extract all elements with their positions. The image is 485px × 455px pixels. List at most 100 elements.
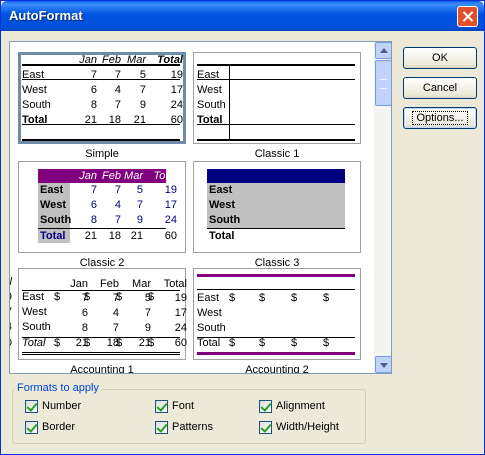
- column-header: Feb: [102, 54, 121, 66]
- title-bar: AutoFormat: [1, 1, 484, 31]
- formats-to-apply-group: [12, 389, 366, 444]
- format-caption: Simple: [85, 148, 119, 160]
- checkmark-icon[interactable]: [259, 400, 272, 413]
- column-header: Total: [153, 170, 177, 182]
- row-label: East: [197, 69, 220, 81]
- data-cell: 7: [112, 322, 119, 334]
- row-label: East: [22, 69, 45, 81]
- scroll-up-icon[interactable]: [375, 42, 391, 59]
- currency-symbol: $: [54, 337, 61, 349]
- data-cell: 17: [164, 199, 177, 211]
- row-label: East: [40, 184, 64, 196]
- options-button[interactable]: Options...: [403, 107, 477, 129]
- checkbox-label: Number: [42, 400, 82, 412]
- close-icon[interactable]: [457, 6, 478, 27]
- options-button-label: Options...: [412, 111, 468, 125]
- column-header: Mar: [124, 170, 143, 182]
- rule: [197, 352, 355, 355]
- checkmark-icon[interactable]: [25, 400, 38, 413]
- row-label: Total: [22, 114, 48, 126]
- scroll-thumb[interactable]: [375, 60, 391, 106]
- currency-symbol: $: [54, 291, 61, 303]
- currency-symbol: $: [323, 292, 330, 304]
- rule: [197, 289, 355, 290]
- rule: [22, 354, 180, 355]
- header-band: [207, 169, 345, 183]
- column-header: Jan: [70, 278, 88, 290]
- row-label: East: [209, 184, 233, 196]
- data-cell: 7: [136, 199, 143, 211]
- rule: [229, 64, 230, 140]
- rule: [22, 352, 180, 353]
- format-caption: Accounting 2: [245, 364, 309, 374]
- checkbox-label: Font: [172, 400, 195, 412]
- row-label: Total: [22, 337, 46, 349]
- currency-symbol: $: [229, 292, 236, 304]
- data-cell: 21: [133, 114, 146, 126]
- data-cell: 19: [164, 184, 177, 196]
- checkmark-icon[interactable]: [259, 421, 272, 434]
- gallery-scrollbar[interactable]: [374, 42, 391, 373]
- column-header: Total: [9, 276, 12, 288]
- data-cell: 60: [170, 114, 183, 126]
- row-label: South: [209, 214, 241, 226]
- data-cell: 7: [90, 184, 97, 196]
- currency-symbol: $: [259, 337, 266, 349]
- row-label: East: [22, 291, 45, 303]
- currency-symbol: $: [323, 337, 330, 349]
- data-cell: 19: [170, 69, 183, 81]
- rule: [22, 337, 180, 338]
- cancel-button[interactable]: Cancel: [403, 77, 477, 99]
- currency-symbol: $: [259, 292, 266, 304]
- checkmark-icon[interactable]: [155, 421, 168, 434]
- format-classic-1[interactable]: Jan Feb Mar Total East 7 7 5 19 West 6 4 7 17 South 8 7 9…: [79, 52, 361, 144]
- column-header: Feb: [100, 278, 119, 290]
- checkbox-label: Border: [42, 421, 76, 433]
- row-label: West: [40, 199, 67, 211]
- data-cell: 21: [75, 337, 88, 349]
- data-cell: 21: [84, 230, 97, 242]
- data-cell: 24: [174, 322, 187, 334]
- row-label: West: [197, 307, 222, 319]
- formats-to-apply-legend: Formats to apply: [15, 382, 101, 394]
- row-label: West: [209, 199, 236, 211]
- ok-button[interactable]: OK: [403, 47, 477, 69]
- checkbox-label: Width/Height: [276, 421, 339, 433]
- data-cell: 7: [112, 292, 119, 304]
- data-cell: 6: [81, 307, 88, 319]
- data-cell: 8: [81, 322, 88, 334]
- data-cell: 9: [139, 99, 146, 111]
- row-label: South: [197, 322, 226, 334]
- rule: [197, 139, 355, 141]
- data-cell: 17: [10, 305, 12, 319]
- data-cell: 9: [136, 214, 143, 226]
- scroll-down-icon[interactable]: [375, 356, 391, 373]
- data-cell: 18: [106, 337, 119, 349]
- data-cell: 6: [90, 84, 97, 96]
- checkmark-icon[interactable]: [25, 421, 38, 434]
- data-cell: 7: [144, 307, 151, 319]
- data-cell: 60: [164, 230, 177, 242]
- currency-symbol: $: [291, 292, 298, 304]
- data-cell: 8: [90, 214, 97, 226]
- format-classic-3[interactable]: Jan Feb Mar Total East 7 7 5 19 West 6 4 7 17 South 8 7 9…: [79, 161, 361, 253]
- rule: [197, 337, 355, 338]
- checkmark-icon[interactable]: [155, 400, 168, 413]
- row-label: West: [22, 306, 47, 318]
- format-gallery[interactable]: JanFebMarTotalEast77519West64717South879…: [9, 41, 392, 374]
- column-header: Feb: [102, 170, 121, 182]
- row-label: South: [22, 321, 51, 333]
- window-title: AutoFormat: [9, 8, 83, 23]
- data-cell: 21: [138, 337, 151, 349]
- column-header: Total: [157, 54, 183, 66]
- data-cell: 7: [114, 69, 121, 81]
- format-accounting-2[interactable]: Jan Feb Mar Total East 7 $7 $5 $19 $ West 6 4 7 17 Sout…: [70, 268, 361, 360]
- currency-symbol: $: [291, 337, 298, 349]
- row-label: Total: [209, 230, 235, 242]
- format-caption: Classic 1: [254, 148, 300, 160]
- row-label: West: [197, 84, 222, 96]
- row-label: East: [197, 292, 220, 304]
- data-cell: 17: [170, 84, 183, 96]
- data-cell: 4: [114, 84, 121, 96]
- row-label: Total: [197, 114, 223, 126]
